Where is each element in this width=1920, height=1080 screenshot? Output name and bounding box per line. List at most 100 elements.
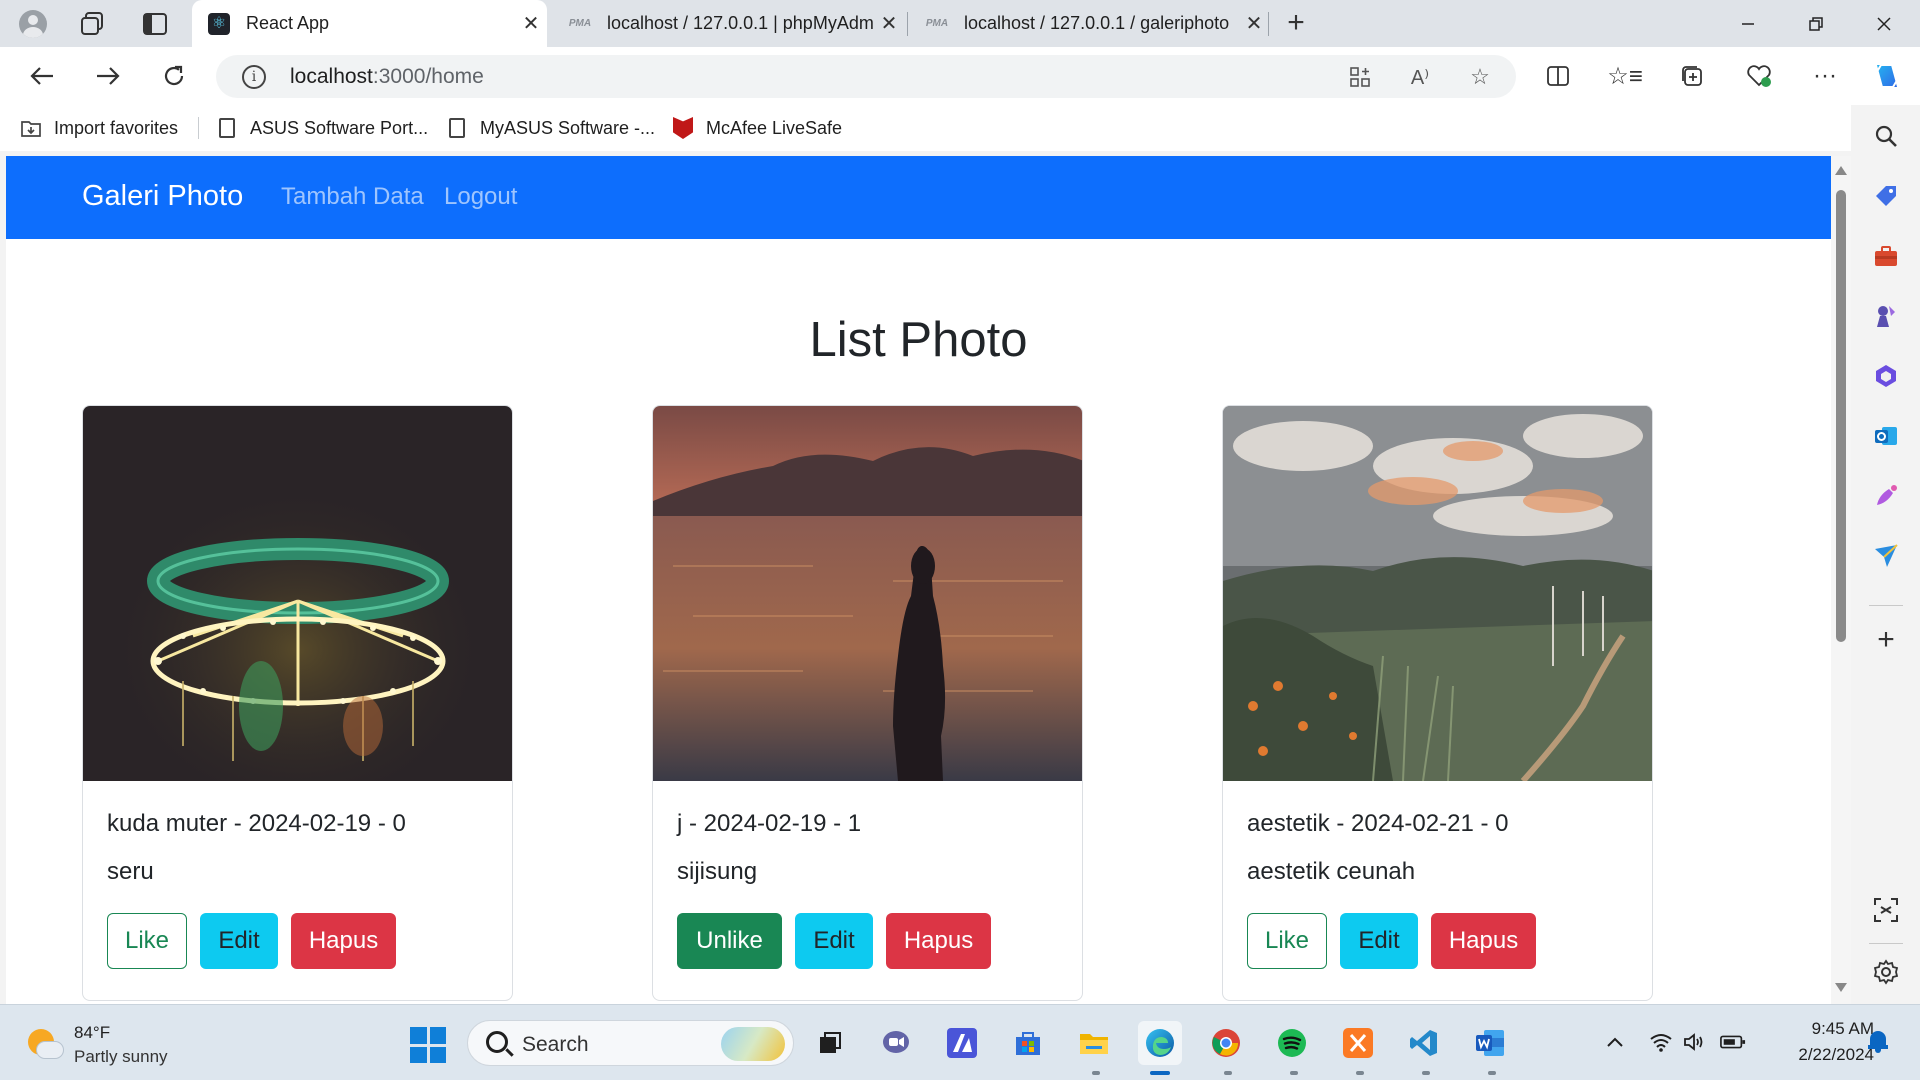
sidebar-tools-briefcase-icon[interactable] xyxy=(1871,241,1901,271)
delete-button[interactable]: Hapus xyxy=(291,913,396,969)
split-screen-icon[interactable] xyxy=(1541,59,1575,93)
like-button[interactable]: Like xyxy=(107,913,187,969)
file-explorer-icon[interactable] xyxy=(1072,1021,1116,1065)
address-bar[interactable]: i localhost:3000/home A⁾ ☆ xyxy=(216,55,1516,98)
app-available-icon[interactable] xyxy=(1346,63,1374,91)
browser-tab-strip: ⚛ React App ✕ PMA localhost / 127.0.0.1 … xyxy=(0,0,1920,47)
back-arrow-icon[interactable] xyxy=(22,56,62,96)
tab-title: React App xyxy=(246,13,330,33)
close-tab-icon[interactable]: ✕ xyxy=(1238,11,1270,36)
delete-button[interactable]: Hapus xyxy=(1431,913,1536,969)
browser-essentials-icon[interactable] xyxy=(1742,59,1776,93)
sidebar-screenshot-icon[interactable] xyxy=(1871,895,1901,925)
sidebar-designer-icon[interactable] xyxy=(1871,481,1901,511)
like-button[interactable]: Like xyxy=(1247,913,1327,969)
battery-icon[interactable] xyxy=(1720,1029,1746,1055)
chrome-browser-icon[interactable] xyxy=(1204,1021,1248,1065)
brand-link[interactable]: Galeri Photo xyxy=(82,180,243,213)
photo-meta: aestetik - 2024-02-21 - 0 xyxy=(1247,810,1509,837)
minimize-icon[interactable] xyxy=(1716,0,1780,47)
vertical-tabs-icon[interactable] xyxy=(138,7,172,41)
favorites-icon[interactable]: ☆≡ xyxy=(1607,59,1643,93)
workspaces-icon[interactable] xyxy=(76,7,110,41)
refresh-icon[interactable] xyxy=(154,56,194,96)
photo-meta: kuda muter - 2024-02-19 - 0 xyxy=(107,810,406,837)
site-info-icon[interactable]: i xyxy=(242,65,266,89)
forward-arrow-icon[interactable] xyxy=(88,56,128,96)
address-url[interactable]: localhost:3000/home xyxy=(290,65,484,89)
web-page-viewport: Galeri Photo Tambah Data Logout List Pho… xyxy=(6,156,1831,1004)
tab-phpmyadmin[interactable]: PMA localhost / 127.0.0.1 | phpMyAdmin ✕ xyxy=(553,0,905,47)
page-scrollbar[interactable] xyxy=(1831,156,1851,1004)
photo-description: seru xyxy=(107,858,154,885)
photo-card: aestetik - 2024-02-21 - 0 aestetik ceuna… xyxy=(1222,405,1653,1001)
edit-button[interactable]: Edit xyxy=(795,913,873,969)
tab-phpmyadmin-galeriphoto[interactable]: PMA localhost / 127.0.0.1 / galeriphoto … xyxy=(910,0,1270,47)
clock-date: 2/22/2024 xyxy=(1798,1045,1874,1064)
painted-landscape-photo xyxy=(1223,406,1652,781)
scroll-up-arrow-icon[interactable] xyxy=(1835,166,1847,175)
edit-button[interactable]: Edit xyxy=(1340,913,1418,969)
word-icon[interactable] xyxy=(1468,1021,1512,1065)
teams-chat-icon[interactable] xyxy=(874,1021,918,1065)
sidebar-send-icon[interactable] xyxy=(1871,541,1901,571)
nav-link-tambah-data[interactable]: Tambah Data xyxy=(281,183,424,211)
photo-meta: j - 2024-02-19 - 1 xyxy=(677,810,862,837)
sidebar-search-icon[interactable] xyxy=(1871,121,1901,151)
react-logo-icon: ⚛ xyxy=(208,12,230,35)
carousel-night-photo xyxy=(83,406,512,781)
taskbar-clock[interactable]: 9:45 AM 2/22/2024 xyxy=(1764,1019,1874,1065)
profile-avatar-icon[interactable] xyxy=(16,7,50,41)
weather-widget[interactable]: 84°F Partly sunny xyxy=(26,1023,168,1067)
bookmark-myasus-software[interactable]: MyASUS Software -... xyxy=(446,115,655,141)
app-icon-blue-a[interactable] xyxy=(940,1021,984,1065)
windows-start-icon[interactable] xyxy=(410,1027,446,1063)
xampp-icon[interactable] xyxy=(1336,1021,1380,1065)
unlike-button[interactable]: Unlike xyxy=(677,913,782,969)
sidebar-games-chess-icon[interactable] xyxy=(1871,301,1901,331)
volume-icon[interactable] xyxy=(1682,1029,1708,1055)
scroll-down-arrow-icon[interactable] xyxy=(1835,983,1847,992)
nav-link-logout[interactable]: Logout xyxy=(444,183,517,211)
import-favorites-icon xyxy=(20,117,42,139)
vscode-icon[interactable] xyxy=(1402,1021,1446,1065)
sidebar-shopping-tag-icon[interactable] xyxy=(1871,181,1901,211)
scrollbar-thumb[interactable] xyxy=(1836,190,1846,642)
task-view-icon[interactable] xyxy=(808,1021,852,1065)
microsoft-store-icon[interactable] xyxy=(1006,1021,1050,1065)
settings-more-icon[interactable]: ··· xyxy=(1808,59,1842,93)
search-highlight-image xyxy=(721,1027,785,1061)
notification-bell-icon[interactable] xyxy=(1868,1031,1888,1053)
copilot-icon[interactable] xyxy=(1870,59,1904,93)
mcafee-icon xyxy=(672,117,694,139)
wifi-icon[interactable] xyxy=(1648,1029,1674,1055)
tab-react-app[interactable]: ⚛ React App ✕ xyxy=(192,0,547,47)
favorite-star-icon[interactable]: ☆ xyxy=(1466,63,1494,91)
close-tab-icon[interactable]: ✕ xyxy=(515,11,547,36)
sidebar-add-icon[interactable]: + xyxy=(1871,623,1901,656)
taskbar-search-box[interactable]: Search xyxy=(467,1020,794,1066)
sidebar-settings-gear-icon[interactable] xyxy=(1871,957,1901,987)
sidebar-microsoft-365-icon[interactable] xyxy=(1871,361,1901,391)
read-aloud-icon[interactable]: A⁾ xyxy=(1406,63,1434,91)
photo-description: aestetik ceunah xyxy=(1247,858,1416,885)
bookmark-import-favorites[interactable]: Import favorites xyxy=(20,115,178,141)
photo-description: sijisung xyxy=(677,858,758,885)
edge-browser-icon[interactable] xyxy=(1138,1021,1182,1065)
page-icon xyxy=(216,117,238,139)
bookmark-asus-software-portal[interactable]: ASUS Software Port... xyxy=(216,115,428,141)
new-tab-plus-icon[interactable]: + xyxy=(1278,6,1314,42)
phpmyadmin-logo-icon: PMA xyxy=(568,18,592,29)
page-icon xyxy=(446,117,468,139)
close-window-icon[interactable] xyxy=(1852,0,1916,47)
spotify-icon[interactable] xyxy=(1270,1021,1314,1065)
show-hidden-icons-chevron-icon[interactable] xyxy=(1602,1029,1628,1055)
delete-button[interactable]: Hapus xyxy=(886,913,991,969)
close-tab-icon[interactable]: ✕ xyxy=(873,11,905,36)
weather-condition: Partly sunny xyxy=(74,1047,168,1066)
bookmark-mcafee-livesafe[interactable]: McAfee LiveSafe xyxy=(672,115,842,141)
edit-button[interactable]: Edit xyxy=(200,913,278,969)
collections-icon[interactable] xyxy=(1675,59,1709,93)
sidebar-outlook-icon[interactable] xyxy=(1871,421,1901,451)
restore-icon[interactable] xyxy=(1784,0,1848,47)
